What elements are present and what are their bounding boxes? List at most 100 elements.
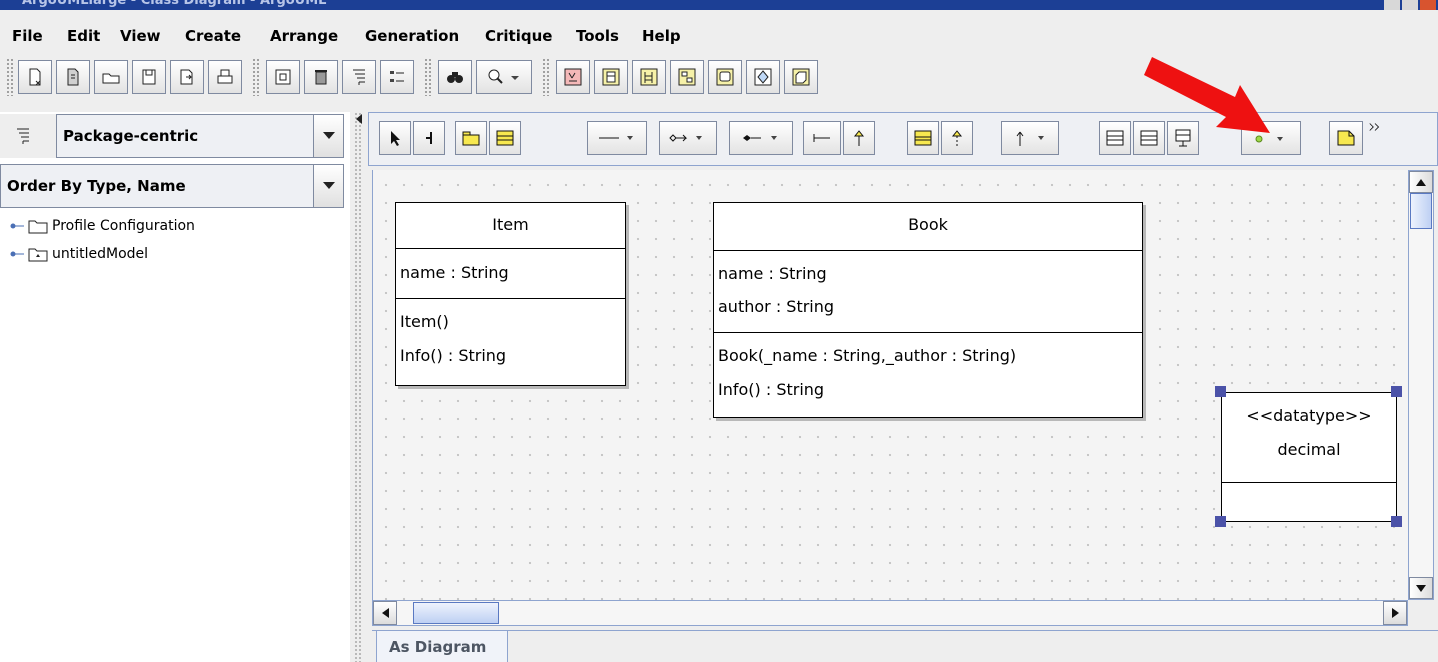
scroll-right-button[interactable] xyxy=(1383,601,1407,625)
association-button[interactable] xyxy=(587,121,647,155)
tab-as-diagram[interactable]: As Diagram xyxy=(376,631,508,662)
new-comment-button[interactable] xyxy=(1329,121,1363,155)
operation[interactable]: Info() : String xyxy=(400,339,621,373)
settings-button[interactable] xyxy=(380,60,414,94)
vertical-scrollbar[interactable] xyxy=(1408,170,1434,600)
selection-handle[interactable] xyxy=(1215,516,1226,527)
new-statechart-diagram-button[interactable] xyxy=(708,60,742,94)
new-activity-diagram-button[interactable] xyxy=(746,60,780,94)
menu-help[interactable]: Help xyxy=(642,27,681,45)
new-collaboration-diagram-button[interactable] xyxy=(670,60,704,94)
minimize-button[interactable] xyxy=(1384,0,1400,10)
dependency-button[interactable] xyxy=(803,121,841,155)
select-button[interactable] xyxy=(379,121,411,155)
class-attributes[interactable]: name : String author : String xyxy=(714,251,1142,333)
new-package-icon xyxy=(462,131,480,146)
new-deployment-diagram-button[interactable] xyxy=(784,60,818,94)
menu-file[interactable]: File xyxy=(12,27,43,45)
realization-button[interactable] xyxy=(941,121,973,155)
tree-item-untitled-model[interactable]: untitledModel xyxy=(10,244,148,264)
order-select[interactable]: Order By Type, Name xyxy=(0,164,344,208)
new-enumeration-button[interactable] xyxy=(1099,121,1131,155)
scroll-thumb[interactable] xyxy=(1410,193,1432,229)
new-package-button[interactable] xyxy=(455,121,487,155)
class-book[interactable]: Book name : String author : String Book(… xyxy=(713,202,1143,418)
scroll-left-button[interactable] xyxy=(373,601,397,625)
menu-generation[interactable]: Generation xyxy=(365,27,459,45)
toolbar-grip[interactable] xyxy=(6,58,14,96)
composition-button[interactable] xyxy=(659,121,717,155)
toolbar-grip[interactable] xyxy=(424,58,432,96)
chevron-down-icon[interactable] xyxy=(313,165,343,207)
class-attributes[interactable]: name : String xyxy=(396,249,625,299)
chevron-down-icon[interactable] xyxy=(313,115,343,157)
aggregation-button[interactable] xyxy=(729,121,793,155)
datatype-name[interactable]: decimal xyxy=(1222,433,1396,467)
perspective-select[interactable]: Package-centric xyxy=(56,114,344,158)
new-project-button[interactable] xyxy=(18,60,52,94)
horizontal-scrollbar[interactable] xyxy=(372,600,1408,626)
broom-button[interactable] xyxy=(413,121,445,155)
class-operations[interactable]: Item() Info() : String xyxy=(396,299,625,385)
attribute[interactable]: author : String xyxy=(718,290,1138,323)
class-name[interactable]: Book xyxy=(714,203,1142,251)
menu-tools[interactable]: Tools xyxy=(576,27,619,45)
attribute[interactable]: name : String xyxy=(718,257,1138,290)
class-operations[interactable]: Book(_name : String,_author : String) In… xyxy=(714,333,1142,417)
panel-splitter[interactable] xyxy=(350,112,366,662)
operation[interactable]: Item() xyxy=(400,305,621,339)
toolbar-grip[interactable] xyxy=(542,58,550,96)
tree-expand-icon[interactable] xyxy=(10,249,24,259)
new-from-template-button[interactable] xyxy=(56,60,90,94)
find-button[interactable] xyxy=(438,60,472,94)
new-class-diagram-button[interactable] xyxy=(594,60,628,94)
selection-handle[interactable] xyxy=(1391,386,1402,397)
new-interface-icon xyxy=(914,130,932,146)
diagram-canvas[interactable]: Item name : String Item() Info() : Strin… xyxy=(372,170,1408,600)
scroll-up-button[interactable] xyxy=(1409,171,1433,193)
operation[interactable]: Info() : String xyxy=(718,373,1138,407)
datatype-decimal[interactable]: <<datatype>> decimal xyxy=(1221,392,1397,522)
new-class-button[interactable] xyxy=(489,121,521,155)
menu-arrange[interactable]: Arrange xyxy=(270,27,338,45)
menu-view[interactable]: View xyxy=(120,27,161,45)
class-item[interactable]: Item name : String Item() Info() : Strin… xyxy=(395,202,626,386)
selection-handle[interactable] xyxy=(1215,386,1226,397)
new-sequence-diagram-button[interactable] xyxy=(632,60,666,94)
open-project-button[interactable] xyxy=(94,60,128,94)
tree-item-profile-configuration[interactable]: Profile Configuration xyxy=(10,216,195,236)
zoom-button[interactable] xyxy=(476,60,532,94)
tree-expand-icon[interactable] xyxy=(10,221,24,231)
new-class-icon xyxy=(496,130,514,146)
scroll-down-button[interactable] xyxy=(1409,577,1433,599)
new-interface-button[interactable] xyxy=(907,121,939,155)
attribute[interactable]: name : String xyxy=(400,251,621,295)
menu-critique[interactable]: Critique xyxy=(485,27,552,45)
collapse-left-icon[interactable] xyxy=(356,114,364,124)
new-from-template-icon xyxy=(67,68,79,86)
new-comment-icon xyxy=(1337,130,1355,146)
new-use-case-diagram-button[interactable] xyxy=(556,60,590,94)
menu-edit[interactable]: Edit xyxy=(67,27,100,45)
close-button[interactable] xyxy=(1420,0,1436,10)
more-tools-button[interactable] xyxy=(1365,115,1385,139)
perspective-config-button[interactable] xyxy=(0,114,46,158)
class-name[interactable]: Item xyxy=(396,203,625,249)
datatype-header[interactable]: <<datatype>> decimal xyxy=(1222,393,1396,483)
delete-button[interactable] xyxy=(304,60,338,94)
diagram-tab-strip: As Diagram xyxy=(372,630,1438,662)
menu-create[interactable]: Create xyxy=(185,27,241,45)
usage-button[interactable] xyxy=(1001,121,1059,155)
operation[interactable]: Book(_name : String,_author : String) xyxy=(718,339,1138,373)
navigate-tree-button[interactable] xyxy=(342,60,376,94)
new-enumeration-icon xyxy=(1106,130,1124,146)
scroll-thumb[interactable] xyxy=(413,602,499,624)
project-properties-button[interactable] xyxy=(266,60,300,94)
save-as-button[interactable] xyxy=(170,60,204,94)
print-button[interactable] xyxy=(208,60,242,94)
generalization-button[interactable] xyxy=(843,121,875,155)
maximize-button[interactable] xyxy=(1402,0,1418,10)
save-project-button[interactable] xyxy=(132,60,166,94)
selection-handle[interactable] xyxy=(1391,516,1402,527)
toolbar-grip[interactable] xyxy=(252,58,260,96)
